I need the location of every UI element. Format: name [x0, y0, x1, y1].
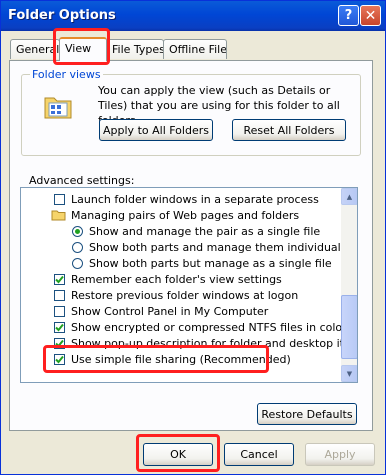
apply-to-all-folders-button[interactable]: Apply to All Folders: [99, 119, 213, 141]
simple-file-sharing-highlight: [43, 345, 269, 373]
close-button[interactable]: ✕: [360, 5, 381, 26]
list-item[interactable]: Show Control Panel in My Computer: [54, 303, 268, 319]
list-item: Managing pairs of Web pages and folders: [51, 207, 299, 223]
check-icon: [55, 323, 64, 331]
checkbox[interactable]: [54, 273, 65, 285]
checkbox[interactable]: [54, 305, 65, 317]
tab-offline-files[interactable]: Offline Files: [163, 39, 227, 59]
folder-views-label: Folder views: [30, 68, 103, 81]
list-item-label: Launch folder windows in a separate proc…: [71, 192, 319, 206]
list-item[interactable]: Remember each folder's view settings: [54, 271, 282, 287]
cancel-button[interactable]: Cancel: [224, 443, 294, 466]
scrollbar-thumb[interactable]: [341, 295, 357, 359]
list-item[interactable]: Show both parts but manage as a single f…: [72, 255, 332, 271]
radio-selected-dot: [75, 228, 80, 234]
list-item-label: Show and manage the pair as a single fil…: [89, 224, 321, 238]
window-title: Folder Options: [8, 8, 116, 23]
apply-button[interactable]: Apply: [305, 443, 375, 466]
close-icon: ✕: [364, 7, 377, 24]
folder-icon: [51, 210, 66, 221]
checkbox[interactable]: [54, 321, 65, 333]
checkbox[interactable]: [54, 193, 65, 205]
scroll-down-arrow-icon[interactable]: ▼: [341, 365, 357, 382]
list-item-label: Show encrypted or compressed NTFS files …: [71, 320, 347, 334]
list-item-label: Show both parts and manage them individu…: [89, 240, 351, 254]
restore-defaults-button[interactable]: Restore Defaults: [257, 403, 357, 425]
vertical-scrollbar[interactable]: ▲ ▼: [341, 188, 357, 382]
list-item-label: Show Control Panel in My Computer: [71, 304, 269, 318]
radio-button[interactable]: [72, 257, 83, 269]
scroll-up-arrow-icon[interactable]: ▲: [341, 188, 357, 205]
tab-file-types[interactable]: File Types: [106, 39, 164, 59]
folder-views-icon: [44, 97, 72, 119]
list-item-label: Show both parts but manage as a single f…: [89, 256, 332, 270]
radio-button[interactable]: [72, 241, 83, 253]
list-item-label: Restore previous folder windows at logon: [71, 288, 299, 302]
reset-all-folders-button[interactable]: Reset All Folders: [232, 119, 346, 141]
help-icon: ?: [344, 8, 353, 23]
radio-button[interactable]: [72, 225, 83, 237]
list-item-label: Managing pairs of Web pages and folders: [71, 208, 300, 222]
check-icon: [55, 275, 64, 283]
checkbox[interactable]: [54, 289, 65, 301]
list-item[interactable]: Show both parts and manage them individu…: [72, 239, 350, 255]
folder-views-group: Folder views You can apply the view (suc…: [21, 68, 361, 156]
list-item-label: Remember each folder's view settings: [71, 272, 282, 286]
list-item[interactable]: Show encrypted or compressed NTFS files …: [54, 319, 347, 335]
folder-options-window: Folder Options ? ✕ General View File Typ…: [0, 0, 386, 475]
list-item[interactable]: Show and manage the pair as a single fil…: [72, 223, 320, 239]
ok-button-highlight: [136, 434, 220, 472]
help-button[interactable]: ?: [338, 5, 359, 26]
list-item[interactable]: Launch folder windows in a separate proc…: [54, 191, 319, 207]
title-bar[interactable]: Folder Options ? ✕: [1, 1, 385, 31]
list-item[interactable]: Restore previous folder windows at logon: [54, 287, 298, 303]
advanced-settings-label: Advanced settings:: [29, 174, 135, 187]
view-tab-highlight: [53, 28, 110, 65]
